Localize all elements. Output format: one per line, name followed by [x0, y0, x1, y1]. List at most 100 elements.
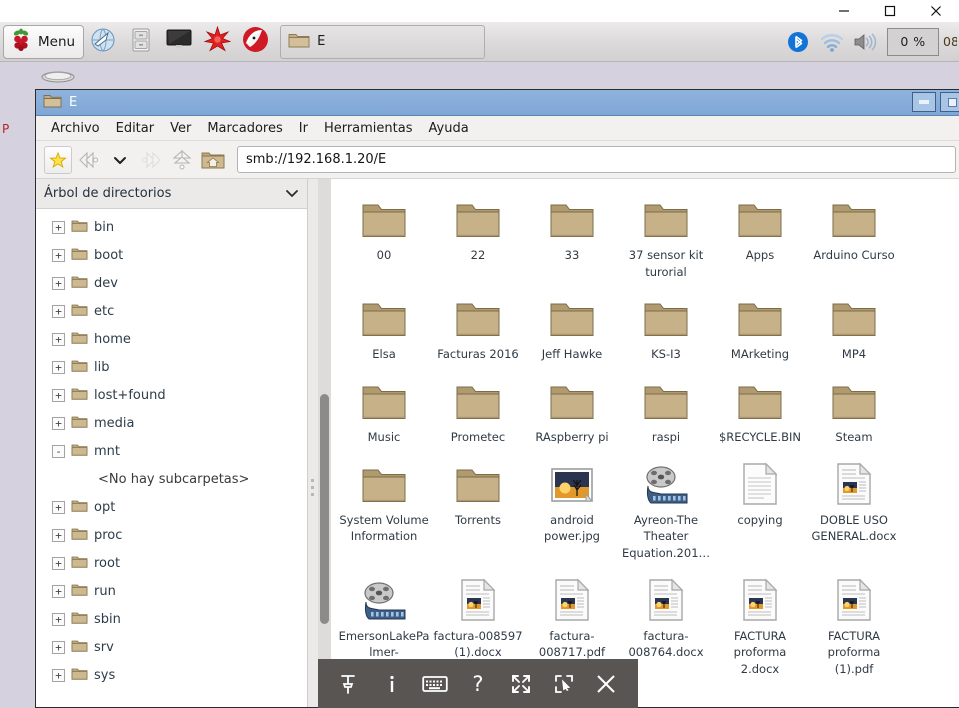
file-item[interactable]: MP4	[807, 284, 901, 367]
start-menu-button[interactable]: Menu	[3, 24, 85, 59]
wifi-icon[interactable]	[815, 23, 849, 61]
tree-item-srv[interactable]: + srv	[36, 633, 307, 661]
file-item[interactable]: Facturas 2016	[431, 284, 525, 367]
menu-marcadores[interactable]: Marcadores	[200, 119, 289, 138]
back-arrow-icon[interactable]	[75, 146, 103, 174]
file-item[interactable]: copying	[713, 450, 807, 566]
tree-item-etc[interactable]: + etc	[36, 297, 307, 325]
file-item[interactable]: 37 sensor kit turorial	[619, 185, 713, 284]
file-item[interactable]: 33	[525, 185, 619, 284]
directory-tree[interactable]: + bin + boot + dev + etc + home + lib + lost+found + me…	[36, 209, 307, 707]
menu-ir[interactable]: Ir	[292, 119, 315, 138]
bluetooth-icon[interactable]	[781, 23, 815, 61]
expand-toggle-icon[interactable]: +	[52, 304, 65, 318]
launcher-mathematica[interactable]	[198, 23, 236, 61]
file-item[interactable]: android power.jpg	[525, 450, 619, 566]
file-item[interactable]: Jeff Hawke	[525, 284, 619, 367]
window-close-button[interactable]	[913, 0, 959, 22]
expand-toggle-icon[interactable]: +	[52, 528, 65, 542]
scrollbar-thumb[interactable]	[320, 394, 329, 624]
fullscreen-icon[interactable]	[504, 667, 538, 701]
chevron-down-icon[interactable]	[285, 184, 299, 203]
file-item[interactable]: Prometec	[431, 367, 525, 450]
fm-maximize-button[interactable]	[940, 92, 959, 112]
file-item[interactable]: Music	[337, 367, 431, 450]
file-item[interactable]: Apps	[713, 185, 807, 284]
tree-item-dev[interactable]: + dev	[36, 269, 307, 297]
expand-toggle-icon[interactable]: +	[52, 668, 65, 682]
file-manager-titlebar[interactable]: E	[36, 90, 959, 116]
tree-item-opt[interactable]: + opt	[36, 493, 307, 521]
expand-toggle-icon[interactable]: +	[52, 220, 65, 234]
tree-item-media[interactable]: + media	[36, 409, 307, 437]
file-item[interactable]: RAspberry pi	[525, 367, 619, 450]
menu-archivo[interactable]: Archivo	[44, 119, 107, 138]
launcher-wolfram[interactable]	[236, 23, 274, 61]
window-minimize-button[interactable]	[821, 0, 867, 22]
info-icon[interactable]	[375, 667, 409, 701]
expand-toggle-icon[interactable]: +	[52, 612, 65, 626]
launcher-file-manager[interactable]	[122, 23, 160, 61]
window-select-icon[interactable]	[547, 667, 581, 701]
file-item[interactable]: Torrents	[431, 450, 525, 566]
file-item[interactable]: Steam	[807, 367, 901, 450]
file-item[interactable]: Elsa	[337, 284, 431, 367]
window-maximize-button[interactable]	[867, 0, 913, 22]
menu-ayuda[interactable]: Ayuda	[422, 119, 476, 138]
expand-toggle-icon[interactable]: +	[52, 416, 65, 430]
launcher-web-browser[interactable]	[84, 23, 122, 61]
expand-toggle-icon[interactable]: +	[52, 388, 65, 402]
file-item[interactable]: KS-I3	[619, 284, 713, 367]
pin-icon[interactable]	[332, 667, 366, 701]
vertical-scrollbar[interactable]	[318, 179, 331, 707]
task-button-E[interactable]: E	[280, 24, 486, 59]
file-item[interactable]: MArketing	[713, 284, 807, 367]
cpu-usage-indicator[interactable]: 0 %	[887, 27, 939, 56]
tree-item-root[interactable]: + root	[36, 549, 307, 577]
launcher-terminal[interactable]	[160, 23, 198, 61]
expand-toggle-icon[interactable]: +	[52, 556, 65, 570]
keyboard-icon[interactable]	[418, 667, 452, 701]
file-item[interactable]: DOBLE USO GENERAL.docx	[807, 450, 901, 566]
clock-clipped[interactable]: 08	[943, 34, 957, 49]
expand-toggle-icon[interactable]: +	[52, 584, 65, 598]
tree-item-sbin[interactable]: + sbin	[36, 605, 307, 633]
expand-toggle-icon[interactable]: +	[52, 640, 65, 654]
file-item[interactable]: Arduino Curso	[807, 185, 901, 284]
menu-editar[interactable]: Editar	[109, 119, 162, 138]
path-input[interactable]: smb://192.168.1.20/E	[237, 146, 956, 173]
menu-ver[interactable]: Ver	[163, 119, 198, 138]
file-item[interactable]: 22	[431, 185, 525, 284]
tree-item-run[interactable]: + run	[36, 577, 307, 605]
expand-toggle-icon[interactable]: +	[52, 276, 65, 290]
tree-item-lost-found[interactable]: + lost+found	[36, 381, 307, 409]
file-item[interactable]: 00	[337, 185, 431, 284]
tree-item-bin[interactable]: + bin	[36, 213, 307, 241]
collapse-toggle-icon[interactable]: -	[52, 444, 65, 458]
expand-toggle-icon[interactable]: +	[52, 360, 65, 374]
file-item[interactable]: FACTURA proforma (1).pdf	[807, 566, 901, 682]
expand-toggle-icon[interactable]: +	[52, 332, 65, 346]
file-item[interactable]: $RECYCLE.BIN	[713, 367, 807, 450]
tree-item-sys[interactable]: + sys	[36, 661, 307, 689]
tree-item-lib[interactable]: + lib	[36, 353, 307, 381]
star-icon[interactable]	[44, 145, 72, 174]
help-icon[interactable]: ?	[461, 667, 495, 701]
panel-splitter[interactable]	[308, 179, 318, 707]
tree-item-proc[interactable]: + proc	[36, 521, 307, 549]
expand-toggle-icon[interactable]: +	[52, 248, 65, 262]
file-item[interactable]: Ayreon-The Theater Equation.201…	[619, 450, 713, 566]
home-folder-icon[interactable]	[199, 146, 227, 174]
file-item[interactable]: raspi	[619, 367, 713, 450]
speaker-icon[interactable]	[849, 23, 883, 61]
directory-tree-header[interactable]: Árbol de directorios	[36, 179, 307, 209]
expand-toggle-icon[interactable]: +	[52, 500, 65, 514]
chevron-down-icon[interactable]	[106, 146, 134, 174]
tree-item-home[interactable]: + home	[36, 325, 307, 353]
menu-herramientas[interactable]: Herramientas	[317, 119, 420, 138]
file-item[interactable]: System Volume Information	[337, 450, 431, 566]
tree-item-boot[interactable]: + boot	[36, 241, 307, 269]
file-list-view[interactable]: 00 22 33 37 sensor kit turorial Apps Arduino …	[331, 179, 959, 707]
close-icon[interactable]	[589, 667, 623, 701]
tree-item-mnt[interactable]: - mnt	[36, 437, 307, 465]
